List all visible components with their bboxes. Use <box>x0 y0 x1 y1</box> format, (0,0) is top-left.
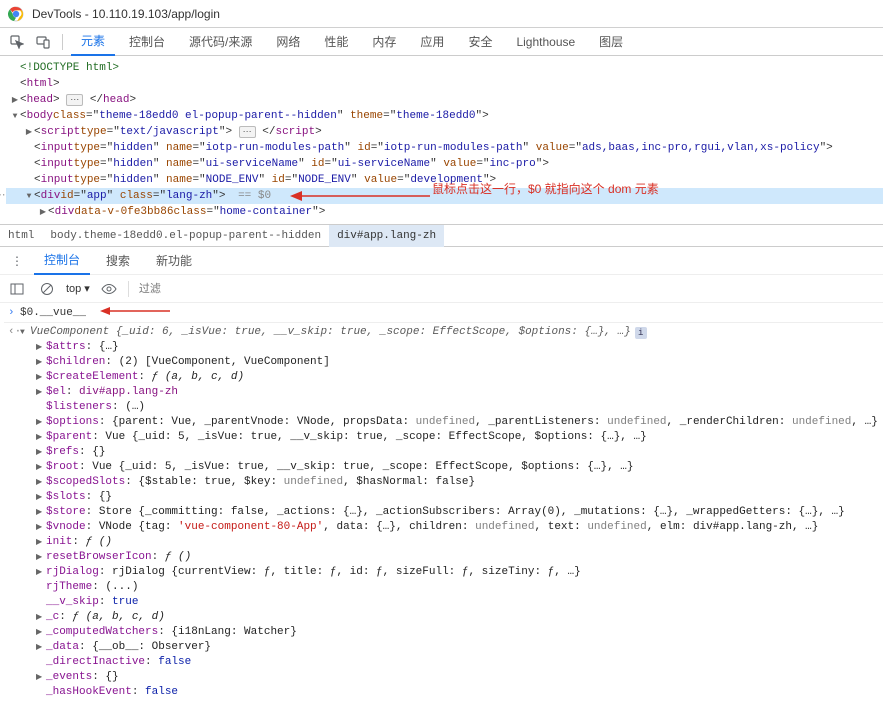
prompt-icon: › <box>8 306 20 321</box>
clear-console-icon[interactable] <box>36 278 58 300</box>
context-selector[interactable]: top ▾ <box>66 282 90 295</box>
prop-listeners[interactable]: $listeners: (…) <box>36 400 883 415</box>
dom-input-0[interactable]: <input type="hidden" name="iotp-run-modu… <box>6 140 883 156</box>
dom-script[interactable]: <script type="text/javascript"> ⋯ </scri… <box>6 124 883 140</box>
tab-memory[interactable]: 内存 <box>362 28 406 56</box>
drawer-toolbar: ⋮ 控制台 搜索 新功能 <box>0 247 883 275</box>
prop-v-skip[interactable]: __v_skip: true <box>36 595 883 610</box>
annotation-arrow-1 <box>290 186 430 206</box>
annotation-arrow-2 <box>100 303 170 319</box>
prop-slots[interactable]: $slots: {} <box>36 490 883 505</box>
prop-hasHookEvent[interactable]: _hasHookEvent: false <box>36 685 883 700</box>
tab-sources[interactable]: 源代码/来源 <box>179 28 262 56</box>
tab-console[interactable]: 控制台 <box>119 28 175 56</box>
dom-html[interactable]: <html> <box>6 76 883 92</box>
chevron-down-icon: ▾ <box>84 282 90 295</box>
prop-data[interactable]: _data: {__ob__: Observer} <box>36 640 883 655</box>
crumb-body[interactable]: body.theme-18edd0.el-popup-parent--hidde… <box>42 225 329 247</box>
drawer-tab-search[interactable]: 搜索 <box>96 247 140 275</box>
prop-store[interactable]: $store: Store {_committing: false, _acti… <box>36 505 883 520</box>
dom-doctype: <!DOCTYPE html> <box>20 60 119 76</box>
prop-rjDialog[interactable]: rjDialog: rjDialog {currentView: ƒ, titl… <box>36 565 883 580</box>
prop-options[interactable]: $options: {parent: Vue, _parentVnode: VN… <box>36 415 883 430</box>
elements-breadcrumb: html body.theme-18edd0.el-popup-parent--… <box>0 225 883 247</box>
tab-elements[interactable]: 元素 <box>71 28 115 56</box>
output-caret-icon: ‹· <box>8 325 20 340</box>
prop-events[interactable]: _events: {} <box>36 670 883 685</box>
inspect-icon[interactable] <box>6 31 28 53</box>
tab-security[interactable]: 安全 <box>458 28 502 56</box>
chrome-icon <box>8 6 24 22</box>
prop-vnode[interactable]: $vnode: VNode {tag: 'vue-component-80-Ap… <box>36 520 883 535</box>
prop-root[interactable]: $root: Vue {_uid: 5, _isVue: true, __v_s… <box>36 460 883 475</box>
devtools-toolbar: 元素 控制台 源代码/来源 网络 性能 内存 应用 安全 Lighthouse … <box>0 28 883 56</box>
dom-body[interactable]: <body class="theme-18edd0 el-popup-paren… <box>6 108 883 124</box>
annotation-text-1: 鼠标点击这一行，$0 就指向这个 dom 元素 <box>432 180 659 197</box>
sidebar-toggle-icon[interactable] <box>6 278 28 300</box>
prop-rjTheme[interactable]: rjTheme: (...) <box>36 580 883 595</box>
console-filterbar: top ▾ <box>0 275 883 303</box>
console-input-line: › $0.__vue__ <box>4 305 883 323</box>
prop-attrs[interactable]: $attrs: {…} <box>36 340 883 355</box>
crumb-html[interactable]: html <box>0 225 42 247</box>
tab-layers[interactable]: 图层 <box>589 28 633 56</box>
crumb-app[interactable]: div#app.lang-zh <box>329 225 444 247</box>
live-expression-icon[interactable] <box>98 278 120 300</box>
drawer-tab-whatsnew[interactable]: 新功能 <box>146 247 202 275</box>
dom-inner-div[interactable]: <div data-v-0fe3bb86 class="home-contain… <box>6 204 883 220</box>
prop-createElement[interactable]: $createElement: ƒ (a, b, c, d) <box>36 370 883 385</box>
console-filter-input[interactable] <box>137 282 257 296</box>
drawer-menu-icon[interactable]: ⋮ <box>6 250 28 272</box>
window-title: DevTools - 10.110.19.103/app/login <box>32 7 220 21</box>
prop-scopedSlots[interactable]: $scopedSlots: {$stable: true, $key: unde… <box>36 475 883 490</box>
dom-head[interactable]: <head> ⋯ </head> <box>6 92 883 108</box>
tab-network[interactable]: 网络 <box>266 28 310 56</box>
console-body[interactable]: › $0.__vue__ ‹· VueComponent {_uid: 6, _… <box>0 303 883 708</box>
prop-directInactive[interactable]: _directInactive: false <box>36 655 883 670</box>
dom-input-1[interactable]: <input type="hidden" name="ui-serviceNam… <box>6 156 883 172</box>
prop-init[interactable]: init: ƒ () <box>36 535 883 550</box>
prop-resetBrowserIcon[interactable]: resetBrowserIcon: ƒ () <box>36 550 883 565</box>
console-input-code: $0.__vue__ <box>20 306 86 321</box>
prop-computedWatchers[interactable]: _computedWatchers: {i18nLang: Watcher} <box>36 625 883 640</box>
prop-el[interactable]: $el: div#app.lang-zh <box>36 385 883 400</box>
prop-children[interactable]: $children: (2) [VueComponent, VueCompone… <box>36 355 883 370</box>
separator <box>62 34 63 50</box>
info-icon[interactable]: i <box>635 327 647 339</box>
tab-lighthouse[interactable]: Lighthouse <box>506 28 585 56</box>
tab-performance[interactable]: 性能 <box>314 28 358 56</box>
vue-root-line[interactable]: VueComponent {_uid: 6, _isVue: true, __v… <box>20 325 883 340</box>
tab-application[interactable]: 应用 <box>410 28 454 56</box>
prop-refs[interactable]: $refs: {} <box>36 445 883 460</box>
drawer-tab-console[interactable]: 控制台 <box>34 247 90 275</box>
elements-panel[interactable]: <!DOCTYPE html> <html> <head> ⋯ </head> … <box>0 56 883 225</box>
prop-c[interactable]: _c: ƒ (a, b, c, d) <box>36 610 883 625</box>
prop-parent[interactable]: $parent: Vue {_uid: 5, _isVue: true, __v… <box>36 430 883 445</box>
window-titlebar: DevTools - 10.110.19.103/app/login <box>0 0 883 28</box>
context-label: top <box>66 283 81 295</box>
device-toggle-icon[interactable] <box>32 31 54 53</box>
